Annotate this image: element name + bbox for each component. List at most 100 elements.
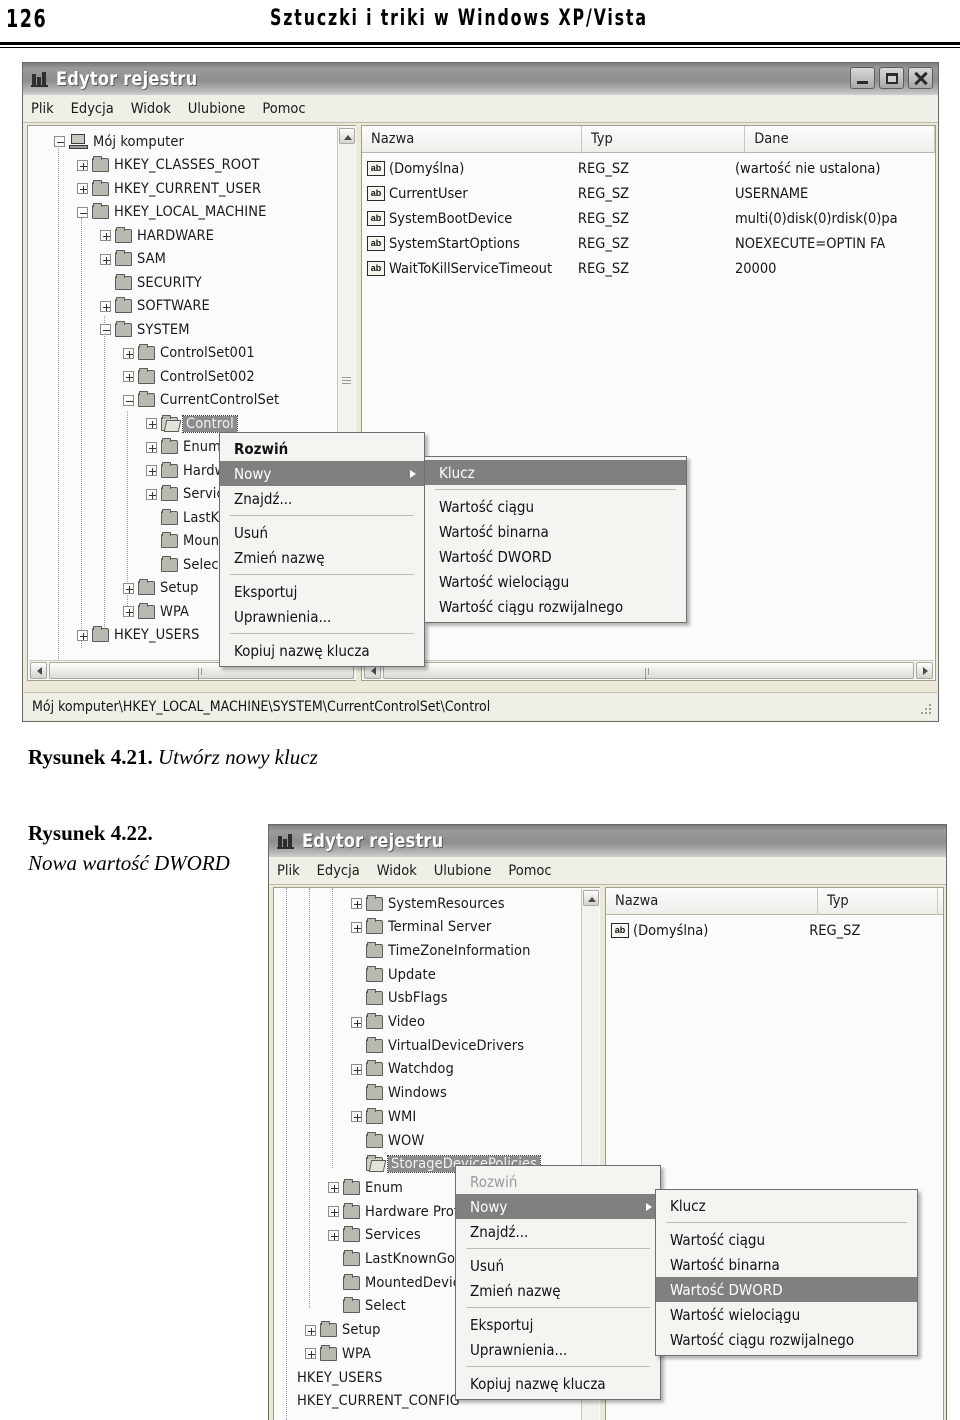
- tree-item[interactable]: Terminal Server: [351, 916, 491, 939]
- collapse-icon[interactable]: [123, 394, 134, 406]
- window2-new-submenu[interactable]: Klucz Wartość ciągu Wartość binarna Wartość…: [655, 1189, 918, 1356]
- list-row[interactable]: ab SystemStartOptions REG_SZ NOEXECUTE=OPTI…: [362, 232, 935, 255]
- menu2-ulubione[interactable]: Ulubione: [434, 863, 492, 879]
- tree-item[interactable]: ControlSet002: [123, 365, 255, 388]
- tree-item[interactable]: HKEY_USERS: [77, 624, 200, 647]
- minimize-button[interactable]: [850, 67, 875, 89]
- tree-item[interactable]: HARDWARE: [100, 224, 214, 247]
- menu-item[interactable]: Wartość DWORD: [425, 544, 686, 569]
- tree-item[interactable]: Setup: [123, 577, 198, 600]
- expand-icon[interactable]: [77, 629, 88, 641]
- tree-item[interactable]: WMI: [351, 1105, 416, 1128]
- menu-pomoc[interactable]: Pomoc: [262, 101, 305, 117]
- expand-icon[interactable]: [77, 159, 88, 171]
- expand-icon[interactable]: [123, 606, 134, 617]
- tree-item[interactable]: VirtualDeviceDrivers: [351, 1034, 524, 1057]
- registry-editor-window-1[interactable]: Edytor rejestru Plik Edycja Widok Ulubio…: [22, 62, 939, 722]
- window2-list-header[interactable]: Nazwa Typ: [606, 888, 943, 915]
- scroll-left-button[interactable]: [30, 661, 47, 679]
- window1-list-hscrollbar[interactable]: [363, 660, 934, 680]
- window1-list-header[interactable]: Nazwa Typ Dane: [362, 126, 935, 153]
- menu-item[interactable]: Wartość ciągu rozwijalnego: [425, 594, 686, 619]
- expand-icon[interactable]: [123, 347, 134, 359]
- menu-item[interactable]: Wartość DWORD: [656, 1277, 917, 1302]
- tree-item[interactable]: SECURITY: [100, 271, 202, 294]
- expand-icon[interactable]: [123, 371, 134, 382]
- menu-item[interactable]: Zmień nazwę: [220, 545, 424, 570]
- tree-item[interactable]: WOW: [351, 1129, 424, 1152]
- expand-icon[interactable]: [328, 1182, 339, 1194]
- window2-menubar[interactable]: Plik Edycja Widok Ulubione Pomoc: [269, 857, 946, 885]
- menu-item[interactable]: Zmień nazwę: [456, 1278, 660, 1303]
- window1-menubar[interactable]: Plik Edycja Widok Ulubione Pomoc: [23, 95, 938, 123]
- menu2-widok[interactable]: Widok: [377, 863, 417, 879]
- menu-item[interactable]: Wartość ciągu: [425, 494, 686, 519]
- menu-item[interactable]: Usuń: [456, 1253, 660, 1278]
- expand-icon[interactable]: [351, 898, 362, 909]
- menu-item[interactable]: Eksportuj: [220, 579, 424, 604]
- window1-new-submenu[interactable]: Klucz Wartość ciągu Wartość binarna Wartość…: [424, 456, 687, 623]
- menu-plik[interactable]: Plik: [31, 101, 54, 117]
- tree-item[interactable]: ControlSet001: [123, 342, 255, 365]
- tree-item[interactable]: MountedDevices: [328, 1271, 475, 1294]
- menu-item[interactable]: Wartość binarna: [656, 1252, 917, 1277]
- expand-icon[interactable]: [146, 488, 157, 500]
- expand-icon[interactable]: [351, 921, 362, 933]
- menu-item[interactable]: Znajdź...: [456, 1219, 660, 1244]
- menu-item[interactable]: Wartość wielociągu: [656, 1302, 917, 1327]
- resize-grip[interactable]: [921, 704, 933, 716]
- tree-item[interactable]: HKEY_CURRENT_CONFIG: [282, 1390, 460, 1413]
- tree-item[interactable]: HKEY_USERS: [282, 1366, 383, 1389]
- window2-context-menu[interactable]: Rozwiń Nowy Znajdź... Usuń Zmień nazwę Ekspor…: [455, 1165, 661, 1400]
- tree-item[interactable]: HKEY_CLASSES_ROOT: [77, 154, 260, 177]
- collapse-icon[interactable]: [100, 324, 111, 335]
- menu-item[interactable]: Nowy: [456, 1194, 660, 1219]
- menu-item[interactable]: Eksportuj: [456, 1312, 660, 1337]
- window1-context-menu[interactable]: Rozwiń Nowy Znajdź... Usuń Zmień nazwę Ekspor…: [219, 432, 425, 667]
- menu-item[interactable]: Klucz: [425, 460, 686, 485]
- tree-item[interactable]: Update: [351, 963, 436, 986]
- tree-item[interactable]: CurrentControlSet: [123, 389, 279, 412]
- menu-item[interactable]: Usuń: [220, 520, 424, 545]
- tree-item[interactable]: Select: [328, 1295, 406, 1318]
- tree-item[interactable]: SYSTEM: [100, 318, 190, 341]
- tree-item[interactable]: Setup: [305, 1319, 380, 1342]
- tree-item[interactable]: Services: [328, 1224, 421, 1247]
- tree-item[interactable]: WPA: [123, 600, 189, 623]
- tree-item[interactable]: Mój komputer: [54, 130, 184, 153]
- expand-icon[interactable]: [100, 253, 111, 265]
- menu-item[interactable]: Kopiuj nazwę klucza: [456, 1371, 660, 1396]
- expand-icon[interactable]: [305, 1324, 316, 1336]
- menu-item[interactable]: Wartość wielociągu: [425, 569, 686, 594]
- tree-item[interactable]: HKEY_CURRENT_USER: [77, 177, 261, 200]
- expand-icon[interactable]: [123, 582, 134, 594]
- column-header-nazwa[interactable]: Nazwa: [362, 126, 583, 153]
- expand-icon[interactable]: [328, 1206, 339, 1218]
- expand-icon[interactable]: [305, 1348, 316, 1360]
- list-row[interactable]: ab WaitToKillServiceTimeout REG_SZ 20000: [362, 257, 935, 280]
- menu-edycja[interactable]: Edycja: [71, 101, 114, 117]
- menu-ulubione[interactable]: Ulubione: [188, 101, 246, 117]
- column-header-typ-2[interactable]: Typ: [818, 888, 938, 915]
- tree-item[interactable]: SystemResources: [351, 892, 505, 915]
- expand-icon[interactable]: [146, 441, 157, 453]
- scroll-up-button-w2[interactable]: [583, 890, 599, 906]
- expand-icon[interactable]: [328, 1229, 339, 1241]
- menu-item[interactable]: Rozwiń: [220, 436, 424, 461]
- column-header-dane[interactable]: Dane: [745, 126, 935, 153]
- expand-icon[interactable]: [77, 183, 88, 194]
- window2-titlebar[interactable]: Edytor rejestru: [269, 825, 946, 857]
- tree-item[interactable]: UsbFlags: [351, 987, 448, 1010]
- expand-icon[interactable]: [100, 230, 111, 241]
- list-row[interactable]: ab (Domyślna) REG_SZ: [606, 919, 943, 942]
- tree-item[interactable]: Select: [146, 553, 224, 576]
- tree-item[interactable]: Enum: [146, 436, 221, 459]
- tree-item[interactable]: SOFTWARE: [100, 295, 210, 318]
- expand-icon[interactable]: [351, 1063, 362, 1075]
- tree-item[interactable]: TimeZoneInformation: [351, 939, 530, 962]
- menu-item[interactable]: Wartość binarna: [425, 519, 686, 544]
- menu2-pomoc[interactable]: Pomoc: [508, 863, 551, 879]
- menu2-edycja[interactable]: Edycja: [317, 863, 360, 879]
- menu-item[interactable]: Klucz: [656, 1193, 917, 1218]
- expand-icon[interactable]: [351, 1111, 362, 1123]
